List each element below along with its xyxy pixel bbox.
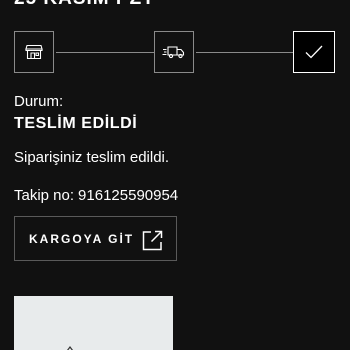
progress-connector: [56, 52, 154, 53]
step-store: [14, 31, 54, 73]
external-link-icon: [142, 230, 163, 251]
go-to-cargo-label: KARGOYA GİT: [29, 231, 135, 246]
shipment-progress-tracker: [14, 31, 335, 75]
product-image[interactable]: [14, 296, 173, 350]
progress-connector: [196, 52, 293, 53]
step-delivered: [293, 31, 335, 73]
go-to-cargo-button[interactable]: KARGOYA GİT: [14, 216, 177, 261]
status-value: TESLİM EDİLDİ: [14, 115, 138, 132]
tracking-number: Takip no: 916125590954: [14, 187, 178, 205]
order-detail-page: 25 KASIM PZT: [0, 0, 350, 350]
delivery-truck-icon: [162, 46, 185, 59]
status-label: Durum:: [14, 93, 64, 110]
checkmark-icon: [305, 45, 323, 59]
product-mark-icon: [67, 346, 73, 350]
order-date-title: 25 KASIM PZT: [14, 0, 155, 10]
step-shipping: [154, 31, 194, 73]
store-icon: [25, 44, 43, 60]
delivery-message: Siparişiniz teslim edildi.: [14, 149, 170, 166]
tracking-number-value: 916125590954: [78, 187, 179, 204]
tracking-label: Takip no:: [14, 187, 75, 204]
